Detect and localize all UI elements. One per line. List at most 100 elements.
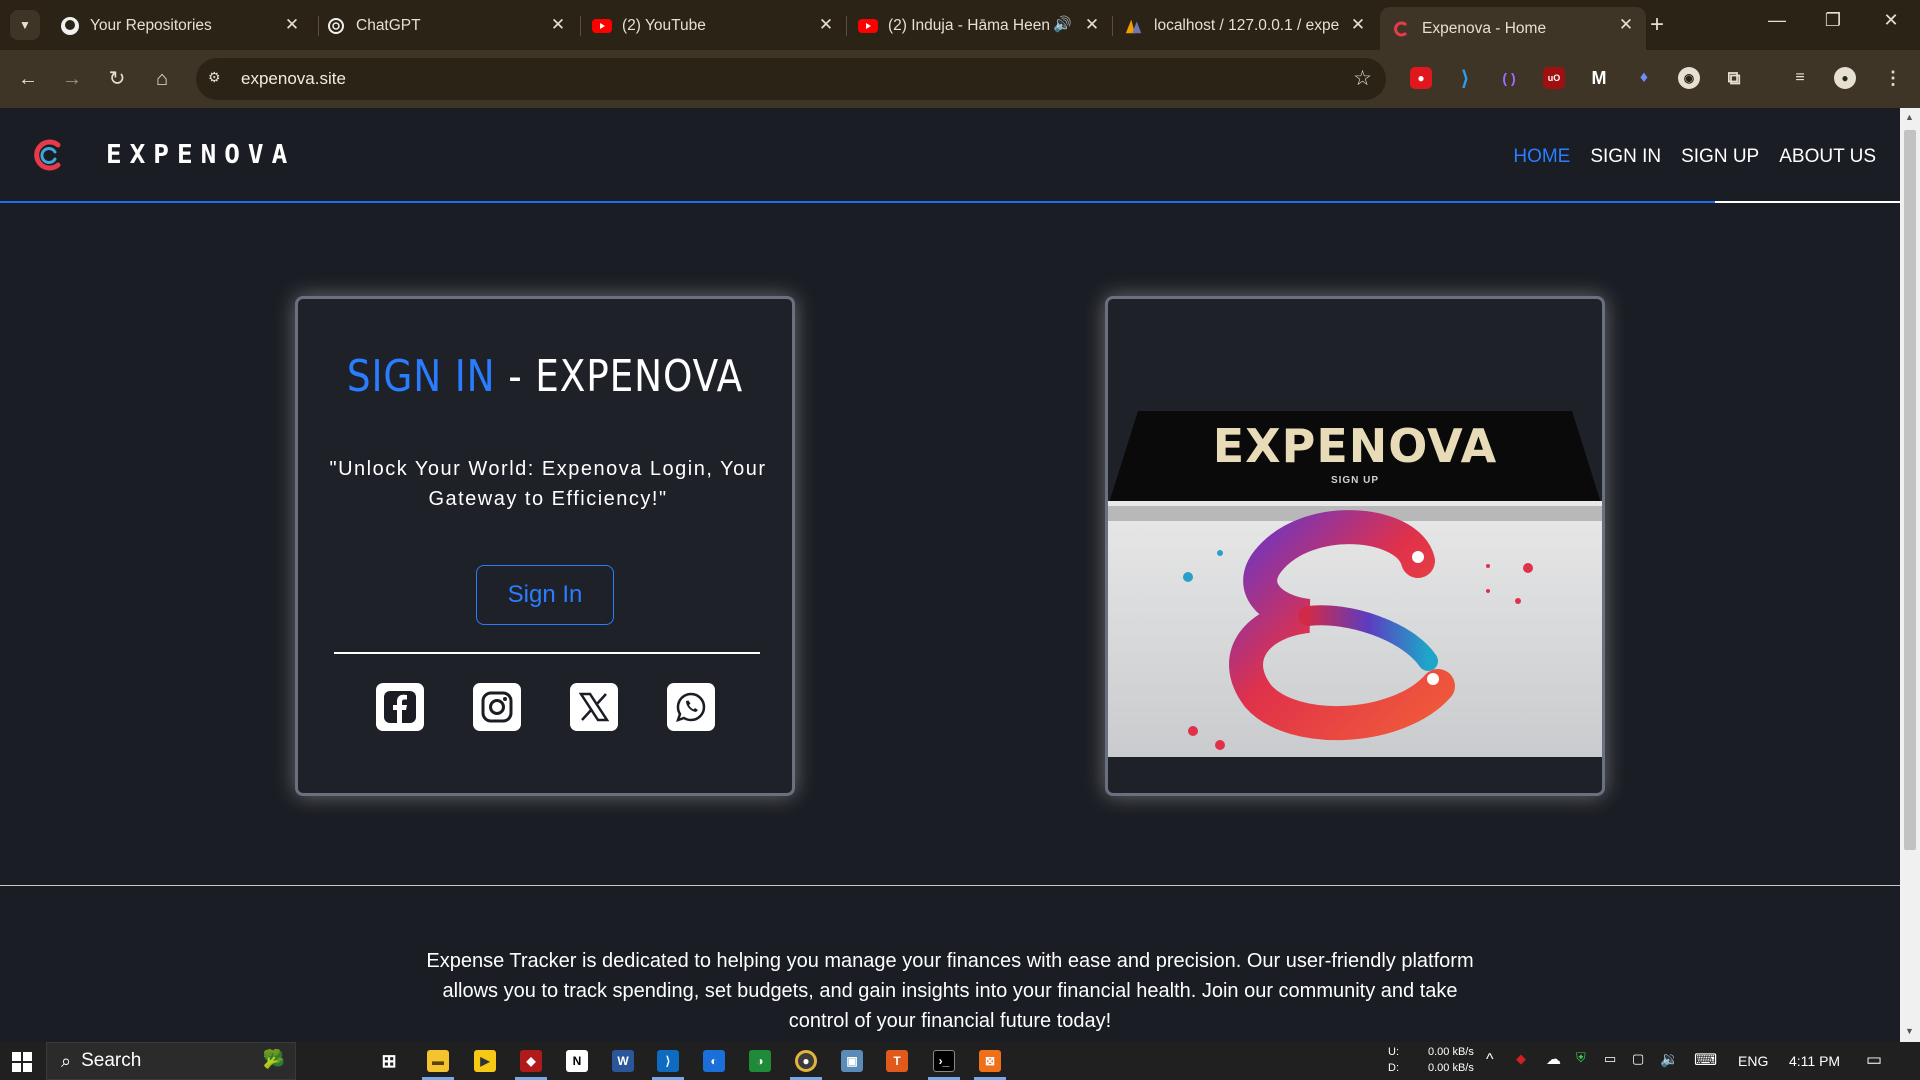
tab-your-repositories[interactable]: Your Repositories ✕	[48, 7, 312, 44]
scroll-thumb[interactable]	[1904, 130, 1916, 850]
extension-adblock-icon[interactable]: ●	[1410, 67, 1432, 89]
extension-m-icon[interactable]: M	[1588, 67, 1610, 89]
nav-sign-in[interactable]: SIGN IN	[1590, 146, 1661, 168]
brand-wordmark[interactable]: EXPENOVA	[106, 140, 295, 170]
title-highlight: SIGN IN	[346, 351, 496, 402]
extension-ublock-icon[interactable]: uO	[1543, 67, 1565, 89]
tab-search-chevron-icon[interactable]: ▼	[10, 10, 40, 40]
tab-localhost[interactable]: localhost / 127.0.0.1 / expe ✕	[1112, 7, 1378, 44]
nav-home[interactable]: HOME	[1513, 146, 1570, 168]
window-close-icon[interactable]: ✕	[1876, 10, 1906, 31]
net-upload-label: U:	[1388, 1046, 1399, 1058]
address-bar[interactable]: ⚙ expenova.site ☆	[196, 58, 1386, 100]
app-blue-icon[interactable]: ◐	[703, 1050, 725, 1072]
reload-icon[interactable]: ↻	[103, 65, 131, 93]
tray-app-icon[interactable]: ◆	[1516, 1051, 1526, 1067]
extension-drop-icon[interactable]: ♦	[1633, 67, 1655, 89]
tab-expenova-home[interactable]: Expenova - Home ✕	[1380, 7, 1646, 50]
nav-sign-up[interactable]: SIGN UP	[1681, 146, 1759, 168]
audio-playing-icon[interactable]: 🔊	[1053, 15, 1072, 33]
tab-title: ChatGPT	[356, 16, 421, 34]
scroll-up-arrow-icon[interactable]: ▲	[1905, 112, 1914, 122]
tab-induja[interactable]: (2) Induja - Hāma Heen 🔊 ✕	[846, 7, 1112, 44]
phpmyadmin-icon	[1124, 16, 1144, 36]
media-control-icon[interactable]: ≡	[1789, 67, 1811, 89]
app-orange-icon[interactable]: T	[886, 1050, 908, 1072]
close-icon[interactable]: ✕	[282, 15, 302, 35]
tab-title: localhost / 127.0.0.1 / expe	[1154, 16, 1340, 34]
volume-icon[interactable]: 🔉	[1660, 1050, 1679, 1068]
onedrive-cloud-icon[interactable]: ☁	[1546, 1050, 1561, 1068]
expenova-logo[interactable]	[28, 135, 68, 175]
extension-circle-icon[interactable]: ◉	[1678, 67, 1700, 89]
instagram-icon[interactable]	[473, 683, 521, 731]
app-monitor-icon[interactable]: ▣	[841, 1050, 863, 1072]
section-divider	[0, 885, 1900, 886]
sign-in-button[interactable]: Sign In	[476, 565, 614, 625]
terminal-icon[interactable]: ›_	[933, 1050, 955, 1072]
scroll-down-arrow-icon[interactable]: ▼	[1905, 1026, 1914, 1036]
network-icon[interactable]: ▢	[1632, 1051, 1644, 1067]
forward-arrow-icon[interactable]: →	[58, 65, 86, 93]
back-arrow-icon[interactable]: ←	[14, 65, 42, 93]
x-icon[interactable]	[570, 683, 618, 731]
signup-image-card: EXPENOVA SIGN UP	[1105, 296, 1605, 796]
tray-chevron-up-icon[interactable]: ^	[1486, 1051, 1494, 1069]
extension-vscode-icon[interactable]: ⟩	[1454, 67, 1476, 90]
language-indicator[interactable]: ENG	[1738, 1053, 1768, 1069]
sticky-notes-icon[interactable]: ▶	[474, 1050, 496, 1072]
tab-youtube[interactable]: (2) YouTube ✕	[580, 7, 846, 44]
taskbar-search-label: Search	[81, 1050, 142, 1071]
taskbar-search[interactable]: ⌕ Search 🥦	[46, 1042, 296, 1080]
close-icon[interactable]: ✕	[548, 15, 568, 35]
chrome-icon[interactable]: ●	[795, 1050, 817, 1072]
close-icon[interactable]: ✕	[1348, 15, 1368, 35]
menu-kebab-icon[interactable]: ⋮	[1882, 67, 1904, 89]
close-icon[interactable]: ✕	[1616, 15, 1636, 35]
clock[interactable]: 4:11 PM	[1789, 1053, 1840, 1069]
security-shield-icon[interactable]: ⛨	[1576, 1050, 1586, 1066]
keyboard-icon[interactable]: ⌨	[1694, 1050, 1717, 1070]
search-highlight-icon: 🥦	[262, 1049, 285, 1069]
home-icon[interactable]: ⌂	[148, 65, 176, 93]
restore-icon[interactable]: ❐	[1818, 10, 1848, 31]
tab-chatgpt[interactable]: ChatGPT ✕	[314, 7, 578, 44]
chatgpt-icon	[326, 16, 346, 36]
expenova-icon	[1392, 19, 1412, 39]
page-scrollbar[interactable]: ▲ ▼	[1900, 108, 1920, 1042]
task-view-icon[interactable]: ⊞	[378, 1050, 400, 1072]
signin-tagline: "Unlock Your World: Expenova Login, Your…	[329, 458, 767, 510]
close-icon[interactable]: ✕	[816, 15, 836, 35]
url-text: expenova.site	[241, 69, 346, 88]
social-links	[376, 683, 715, 731]
vscode-icon[interactable]: ⟩	[657, 1050, 679, 1072]
signin-card-title: SIGN IN - EXPENOVA	[335, 351, 755, 402]
github-icon	[60, 16, 80, 36]
browser-toolbar: ← → ↻ ⌂ ⚙ expenova.site ☆ ● ⟩ ( ) uO M ♦…	[0, 50, 1920, 108]
windows-start-icon[interactable]	[12, 1052, 32, 1077]
tab-title: Expenova - Home	[1422, 19, 1547, 37]
minimize-icon[interactable]: —	[1762, 10, 1792, 31]
web-page: EXPENOVA HOME SIGN IN SIGN UP ABOUT US S…	[0, 108, 1900, 1042]
nav-about-us[interactable]: ABOUT US	[1779, 146, 1876, 168]
youtube-icon	[592, 16, 612, 36]
site-info-icon[interactable]: ⚙	[208, 69, 228, 89]
about-text: Expense Tracker is dedicated to helping …	[426, 950, 1474, 1032]
notion-icon[interactable]: N	[566, 1050, 588, 1072]
app-red-icon[interactable]: ◆	[520, 1050, 542, 1072]
xampp-icon[interactable]: ⊠	[979, 1050, 1001, 1072]
net-download-label: D:	[1388, 1062, 1399, 1074]
extensions-puzzle-icon[interactable]: ⧉	[1723, 67, 1745, 89]
app-green-icon[interactable]: ◑	[749, 1050, 771, 1072]
word-icon[interactable]: W	[612, 1050, 634, 1072]
file-explorer-icon[interactable]: ▬	[427, 1050, 449, 1072]
battery-icon[interactable]: ▭	[1604, 1051, 1616, 1067]
notification-icon[interactable]: ▭	[1866, 1050, 1882, 1070]
close-icon[interactable]: ✕	[1082, 15, 1102, 35]
bookmark-star-icon[interactable]: ☆	[1353, 66, 1372, 91]
facebook-icon[interactable]	[376, 683, 424, 731]
profile-avatar-icon[interactable]: ●	[1834, 67, 1856, 89]
extension-brackets-icon[interactable]: ( )	[1498, 67, 1520, 89]
new-tab-plus-icon[interactable]: +	[1650, 11, 1664, 39]
whatsapp-icon[interactable]	[667, 683, 715, 731]
